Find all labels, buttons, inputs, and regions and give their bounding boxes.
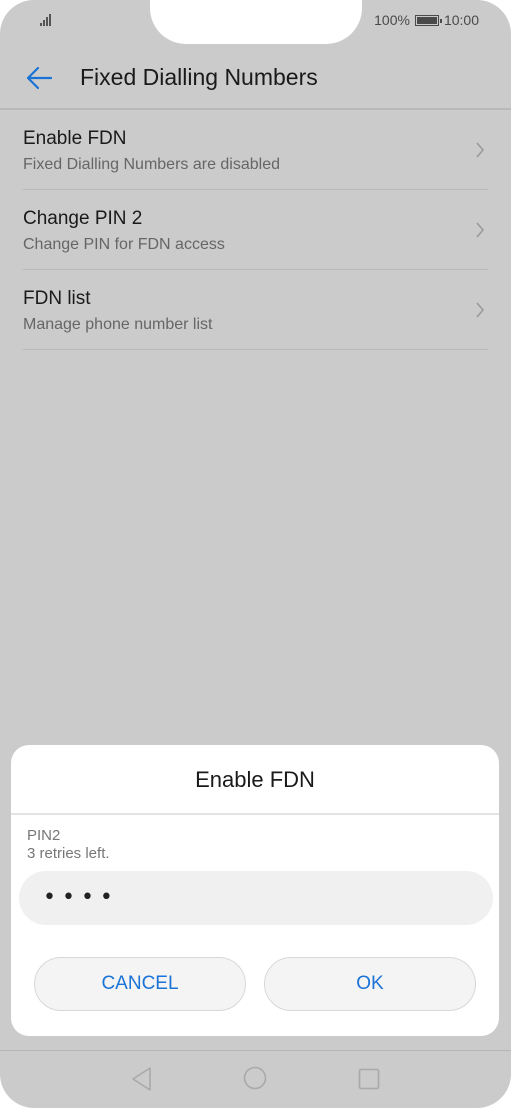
status-right: 100% 10:00: [374, 12, 479, 28]
app-header: Fixed Dialling Numbers: [0, 50, 511, 108]
list-item-change-pin2[interactable]: Change PIN 2 Change PIN for FDN access: [0, 190, 511, 270]
circle-home-icon[interactable]: [243, 1066, 267, 1090]
list-item-title: Enable FDN: [23, 128, 127, 149]
divider: [23, 349, 488, 350]
list-item-title: FDN list: [23, 288, 91, 309]
battery-icon: [414, 14, 442, 26]
ok-button[interactable]: OK: [264, 957, 476, 1011]
triangle-back-icon[interactable]: [130, 1066, 154, 1092]
retries-text: 3 retries left.: [27, 845, 110, 862]
camera-notch: [150, 0, 362, 44]
cancel-button[interactable]: CANCEL: [34, 957, 246, 1011]
list-item-subtitle: Fixed Dialling Numbers are disabled: [23, 156, 281, 173]
pin2-label: PIN2: [27, 827, 61, 844]
chevron-right-icon: [476, 142, 485, 158]
list-item-title: Change PIN 2: [23, 208, 143, 229]
phone-screen: 100% 10:00 Fixed Dialling Numbers Enable…: [0, 0, 511, 1108]
list-item-subtitle: Manage phone number list: [23, 316, 213, 333]
page-title: Fixed Dialling Numbers: [80, 64, 318, 90]
signal-icon: [40, 12, 60, 26]
pin2-input[interactable]: ••••: [19, 871, 493, 925]
list-item-enable-fdn[interactable]: Enable FDN Fixed Dialling Numbers are di…: [0, 110, 511, 190]
square-recent-icon[interactable]: [358, 1068, 380, 1090]
chevron-right-icon: [476, 222, 485, 238]
chevron-right-icon: [476, 302, 485, 318]
battery-percent: 100%: [374, 12, 410, 28]
list-item-subtitle: Change PIN for FDN access: [23, 236, 225, 253]
clock: 10:00: [443, 12, 479, 28]
list-item-fdn-list[interactable]: FDN list Manage phone number list: [0, 270, 511, 350]
enable-fdn-dialog: Enable FDN PIN2 3 retries left. •••• CAN…: [11, 745, 499, 1036]
arrow-left-icon[interactable]: [24, 62, 56, 94]
dialog-divider: [11, 813, 499, 815]
dialog-title: Enable FDN: [195, 767, 315, 792]
status-bar: 100% 10:00: [0, 0, 511, 46]
nav-divider: [0, 1050, 511, 1051]
settings-list: Enable FDN Fixed Dialling Numbers are di…: [0, 110, 511, 350]
